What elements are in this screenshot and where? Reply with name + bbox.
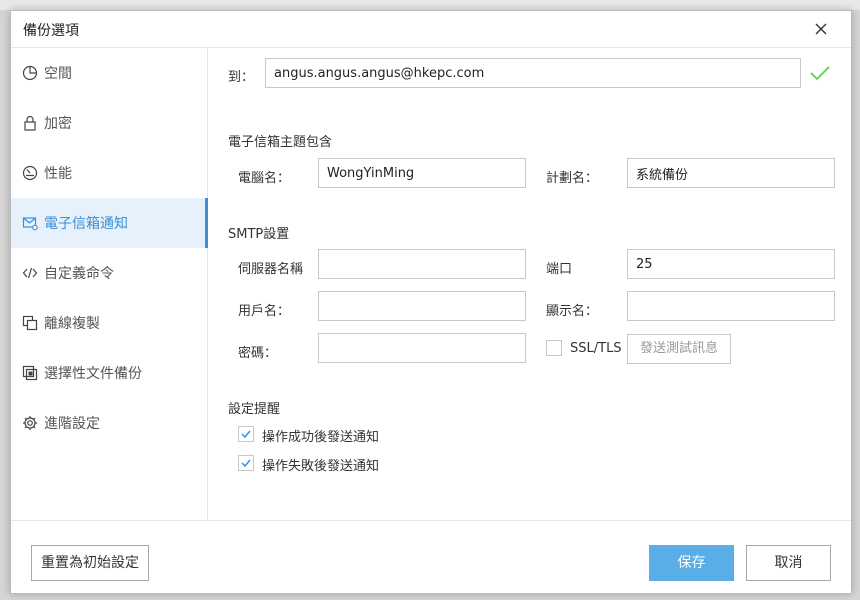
dialog-title: 備份選項 xyxy=(23,23,79,39)
sidebar-item-offline-copy[interactable]: 離線複製 xyxy=(11,298,207,348)
sidebar-item-custom-command[interactable]: 自定義命令 xyxy=(11,248,207,298)
sidebar-item-label: 加密 xyxy=(44,116,72,132)
sidebar-item-label: 選擇性文件備份 xyxy=(44,366,142,382)
checkbox-check-icon xyxy=(241,430,251,439)
ssl-tls-label: SSL/TLS xyxy=(570,341,622,356)
gauge-icon xyxy=(22,165,38,181)
to-email-input[interactable] xyxy=(265,58,801,88)
sidebar-item-label: 離線複製 xyxy=(44,316,100,332)
file-select-icon xyxy=(22,365,38,381)
port-label: 端口 xyxy=(546,262,573,277)
sidebar-item-encryption[interactable]: 加密 xyxy=(11,98,207,148)
port-input[interactable] xyxy=(627,249,835,279)
sidebar-item-performance[interactable]: 性能 xyxy=(11,148,207,198)
sidebar-item-label: 性能 xyxy=(44,166,72,182)
sidebar-item-label: 空間 xyxy=(44,66,72,82)
password-input[interactable] xyxy=(318,333,526,363)
close-icon xyxy=(815,23,827,35)
sidebar: 空間 加密 性能 電子信箱通知 自定義命令 離線複製 選擇性文件備份 進階設定 xyxy=(11,48,208,520)
email-notification-panel: 到： 電子信箱主題包含 電腦名： 計劃名： SMTP設置 伺服器名稱 端口 用戶… xyxy=(208,48,851,520)
pie-chart-icon xyxy=(22,65,38,81)
computer-name-label: 電腦名： xyxy=(238,171,291,186)
lock-icon xyxy=(22,115,38,131)
sidebar-item-space[interactable]: 空間 xyxy=(11,48,207,98)
subject-section-heading: 電子信箱主題包含 xyxy=(228,135,333,150)
to-label: 到： xyxy=(228,70,255,85)
cancel-button[interactable]: 取消 xyxy=(746,545,831,581)
send-test-message-button[interactable]: 發送測試訊息 xyxy=(627,334,731,364)
notify-success-checkbox[interactable] xyxy=(238,426,254,442)
username-label: 用戶名： xyxy=(238,304,291,319)
sidebar-item-advanced-settings[interactable]: 進階設定 xyxy=(11,398,207,448)
password-label: 密碼： xyxy=(238,346,278,361)
smtp-section-heading: SMTP設置 xyxy=(228,227,290,242)
dialog-footer: 重置為初始設定 保存 取消 xyxy=(11,520,851,594)
display-name-label: 顯示名： xyxy=(546,304,599,319)
sidebar-item-label: 電子信箱通知 xyxy=(44,216,128,232)
checkbox-check-icon xyxy=(241,459,251,468)
display-name-input[interactable] xyxy=(627,291,835,321)
ssl-tls-checkbox[interactable] xyxy=(546,340,562,356)
server-name-label: 伺服器名稱 xyxy=(238,262,304,277)
plan-name-input[interactable] xyxy=(627,158,835,188)
sidebar-item-label: 進階設定 xyxy=(44,416,100,432)
gear-icon xyxy=(22,415,38,431)
reminder-section-heading: 設定提醒 xyxy=(228,402,281,417)
close-button[interactable] xyxy=(809,17,833,41)
title-bar: 備份選項 xyxy=(11,11,851,48)
computer-name-input[interactable] xyxy=(318,158,526,188)
notify-success-label: 操作成功後發送通知 xyxy=(262,430,380,445)
notify-fail-label: 操作失敗後發送通知 xyxy=(262,459,380,474)
save-button[interactable]: 保存 xyxy=(649,545,734,581)
check-mark-icon xyxy=(810,66,830,81)
backup-options-dialog: 備份選項 空間 加密 性能 電子信箱通知 自定義命令 離線複製 選擇性文件備份 … xyxy=(10,10,852,594)
copy-icon xyxy=(22,315,38,331)
mail-icon xyxy=(22,215,38,231)
background-window-strip xyxy=(0,0,860,10)
code-icon xyxy=(22,265,38,281)
username-input[interactable] xyxy=(318,291,526,321)
notify-fail-checkbox[interactable] xyxy=(238,455,254,471)
sidebar-item-selective-file-backup[interactable]: 選擇性文件備份 xyxy=(11,348,207,398)
sidebar-item-label: 自定義命令 xyxy=(44,266,114,282)
plan-name-label: 計劃名： xyxy=(546,171,599,186)
sidebar-item-email-notification[interactable]: 電子信箱通知 xyxy=(11,198,208,248)
reset-defaults-button[interactable]: 重置為初始設定 xyxy=(31,545,149,581)
server-name-input[interactable] xyxy=(318,249,526,279)
